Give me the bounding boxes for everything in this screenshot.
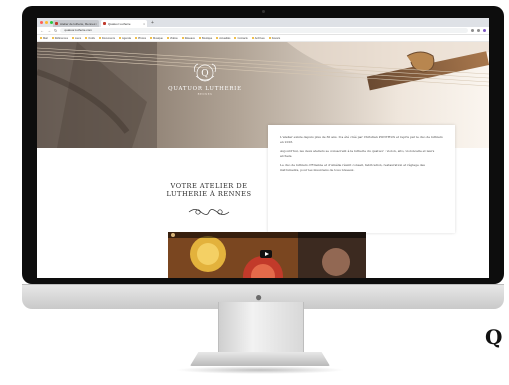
bookmark-item[interactable]: Réseaux xyxy=(181,36,195,40)
website: Q QUATUOR LUTHERIE RENNES L'atelier exis… xyxy=(37,42,489,278)
bookmark-label: Photos xyxy=(137,36,147,40)
section-title-line: VOTRE ATELIER DE xyxy=(170,182,248,190)
new-tab-button[interactable]: + xyxy=(151,20,154,27)
folder-icon xyxy=(198,37,201,39)
section-title-line: LUTHERIE À RENNES xyxy=(166,190,252,199)
brand-location: RENNES xyxy=(197,93,213,96)
monitor-bezel: Atelier de lutherie, Rennes × Quatuor Lu… xyxy=(22,6,504,284)
crest-icon: Q xyxy=(192,62,218,84)
folder-icon xyxy=(119,37,121,39)
profile-avatar[interactable] xyxy=(483,29,486,32)
intro-paragraph: Aujourd'hui, les deux ateliers se consac… xyxy=(280,149,435,158)
logo-letter: Q xyxy=(201,69,208,79)
intro-paragraph: Le duo de luthiers d'Etienne et d'Amélie… xyxy=(280,163,425,172)
folder-icon xyxy=(150,37,153,39)
reload-icon[interactable]: ↻ xyxy=(54,27,57,34)
folder-icon xyxy=(134,37,137,39)
folder-icon xyxy=(216,37,219,39)
video-title-bar xyxy=(168,232,366,238)
folder-icon xyxy=(234,37,237,39)
back-icon[interactable]: ← xyxy=(40,27,44,34)
folder-icon xyxy=(98,37,101,39)
logo-letter-partial: Q xyxy=(485,325,503,349)
browser-tab-active[interactable]: Quatuor Lutherie × xyxy=(101,20,147,27)
browser-tab-bar: Atelier de lutherie, Rennes × Quatuor Lu… xyxy=(37,18,489,27)
imac-mockup: Atelier de lutherie, Rennes × Quatuor Lu… xyxy=(22,6,504,309)
bookmark-label: Références xyxy=(54,36,69,40)
folder-icon xyxy=(268,37,271,39)
bookmark-item[interactable]: Archives xyxy=(251,36,265,40)
camera-dot xyxy=(262,10,265,13)
bookmarks-bar: Mail Références Liens Outils Documents Agenda… xyxy=(37,35,489,42)
window-controls[interactable] xyxy=(40,21,53,24)
bookmark-item[interactable]: Boutique xyxy=(198,36,213,40)
bookmark-item[interactable]: Favoris xyxy=(268,36,281,40)
favicon-icon xyxy=(55,22,58,25)
tab-label: Atelier de lutherie, Rennes xyxy=(60,21,96,26)
video-player[interactable] xyxy=(168,232,366,278)
bookmark-label: Musique xyxy=(153,36,163,40)
folder-icon xyxy=(40,37,42,39)
intro-paragraph: L'atelier existe depuis plus de 30 ans. … xyxy=(280,135,443,144)
monitor-foot xyxy=(190,352,330,366)
bookmark-item[interactable]: Actualités xyxy=(216,37,230,40)
forward-icon[interactable]: → xyxy=(47,27,51,34)
bookmark-label: Outils xyxy=(88,36,95,40)
folder-icon xyxy=(181,37,184,39)
bookmark-label: Actualités xyxy=(219,36,231,40)
bookmark-item[interactable]: Photos xyxy=(134,36,147,40)
bookmark-label: Boutique xyxy=(201,36,213,40)
bookmark-item[interactable]: Mail xyxy=(40,37,48,40)
bookmark-item[interactable]: Documents xyxy=(98,36,115,40)
bookmark-item[interactable]: Références xyxy=(51,36,69,40)
bookmark-label: Contacts xyxy=(237,36,248,40)
folder-icon xyxy=(51,37,54,39)
play-button-icon[interactable] xyxy=(260,250,272,258)
stand-shadow xyxy=(175,366,345,374)
browser-tab[interactable]: Atelier de lutherie, Rennes × xyxy=(53,20,99,27)
monitor-screen: Atelier de lutherie, Rennes × Quatuor Lu… xyxy=(37,18,489,278)
ornament-divider-icon xyxy=(188,209,230,215)
extension-icon[interactable] xyxy=(471,29,474,32)
bookmark-item[interactable]: Liens xyxy=(72,37,81,40)
folder-icon xyxy=(85,37,88,39)
folder-icon xyxy=(72,37,75,39)
channel-avatar xyxy=(171,233,175,237)
bookmark-label: Mail xyxy=(43,36,48,40)
close-tab-icon[interactable]: × xyxy=(143,22,145,26)
site-logo[interactable]: Q QUATUOR LUTHERIE RENNES xyxy=(165,62,245,96)
section-title: VOTRE ATELIER DE LUTHERIE À RENNES xyxy=(165,182,253,198)
monitor-stand xyxy=(218,302,304,354)
intro-text-card: L'atelier existe depuis plus de 30 ans. … xyxy=(268,125,455,233)
bookmark-label: Agenda xyxy=(122,36,131,40)
address-bar: ← → ↻ quatuor-lutherie.com xyxy=(37,27,489,35)
bookmark-label: Documents xyxy=(101,36,115,40)
bookmark-label: Liens xyxy=(75,36,82,40)
bookmark-label: Réseaux xyxy=(184,36,195,40)
close-tab-icon[interactable]: × xyxy=(95,22,97,26)
bookmark-label: Vidéos xyxy=(169,36,178,40)
bookmark-label: Archives xyxy=(254,36,265,40)
bookmark-item[interactable]: Vidéos xyxy=(166,36,178,40)
favicon-icon xyxy=(103,22,106,25)
bookmark-label: Favoris xyxy=(271,36,281,40)
extension-icon[interactable] xyxy=(477,29,480,32)
brand-name: QUATUOR LUTHERIE xyxy=(168,86,242,92)
folder-icon xyxy=(166,37,169,39)
bookmark-item[interactable]: Agenda xyxy=(119,37,131,40)
url-input[interactable]: quatuor-lutherie.com xyxy=(60,28,468,33)
bookmark-item[interactable]: Musique xyxy=(150,37,163,40)
bookmark-item[interactable]: Contacts xyxy=(234,36,248,40)
tab-label: Quatuor Lutherie xyxy=(108,21,131,26)
folder-icon xyxy=(251,37,254,39)
bookmark-item[interactable]: Outils xyxy=(85,37,95,40)
